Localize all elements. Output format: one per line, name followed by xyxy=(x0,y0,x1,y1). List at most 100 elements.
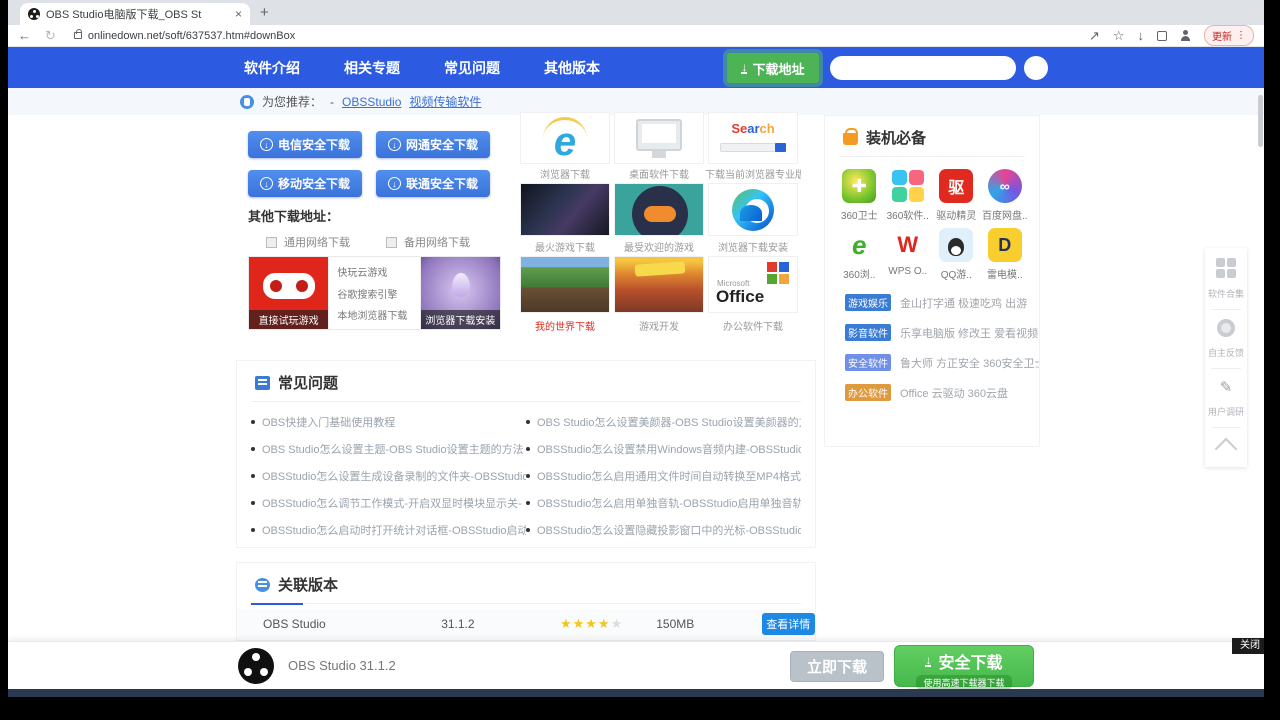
breadcrumb-link-obsstudio[interactable]: OBSStudio xyxy=(342,95,401,109)
app-wps[interactable]: WWPS O.. xyxy=(884,228,933,281)
ad-tile-popular-games[interactable] xyxy=(614,183,704,236)
mirror-link-backup[interactable]: 备用网络下载 xyxy=(386,234,470,250)
faq-link[interactable]: OBSStudio怎么启用单独音轨-OBSStudio启用单独音轨的 xyxy=(526,489,801,516)
nav-item-versions[interactable]: 其他版本 xyxy=(544,58,600,78)
ad-tile-runner-game[interactable] xyxy=(614,256,704,313)
category-badge[interactable]: 游戏娱乐 xyxy=(845,294,891,311)
ad-tile-minecraft[interactable] xyxy=(520,256,610,313)
ad-tile-ie-browser[interactable]: e xyxy=(520,112,610,164)
ad-tile-hot-games[interactable] xyxy=(520,183,610,236)
collection-icon[interactable] xyxy=(1216,258,1236,278)
promo-banner[interactable]: 直接试玩游戏 快玩云游戏 谷歌搜索引擎 本地浏览器下载 浏览器下载安装 xyxy=(248,256,501,330)
faq-link[interactable]: OBSStudio怎么调节工作模式-开启双显时模块显示关- xyxy=(251,489,526,516)
address-bar[interactable]: onlinedown.net/soft/637537.htm#downBox xyxy=(70,30,1075,42)
ad-caption[interactable]: 浏览器下载安装 xyxy=(705,239,801,254)
ad-caption[interactable]: 办公软件下载 xyxy=(705,318,801,333)
faq-link[interactable]: OBSStudio怎么设置禁用Windows音频内建-OBSStudio设 xyxy=(526,435,801,462)
promo-link-cloud-game[interactable]: 快玩云游戏 xyxy=(337,264,419,279)
browser-update-pill[interactable]: 更新 ⋮ xyxy=(1204,25,1254,46)
app-ld-player[interactable]: D雷电模.. xyxy=(981,228,1030,281)
app-baidu-pan[interactable]: ∞百度网盘.. xyxy=(981,169,1030,222)
promo-link-local-browser[interactable]: 本地浏览器下载 xyxy=(337,307,419,322)
app-driver-genius[interactable]: 驱驱动精灵 xyxy=(932,169,981,222)
ad-caption[interactable]: 浏览器下载 xyxy=(517,166,613,181)
app-360-browser[interactable]: e360浏.. xyxy=(835,228,884,281)
category-row-office: 办公软件 Office 云驱动 360云盘 xyxy=(825,384,1039,401)
version-name[interactable]: OBS Studio xyxy=(263,617,441,631)
gamepad-ad-art xyxy=(615,184,703,235)
faq-link[interactable]: OBSStudio怎么启用通用文件时间自动转换至MP4格式- xyxy=(526,462,801,489)
reload-icon[interactable]: ↻ xyxy=(45,29,56,42)
minecraft-art xyxy=(521,257,609,312)
back-to-top-icon[interactable] xyxy=(1215,438,1238,461)
breadcrumb-link-category[interactable]: 视频传输软件 xyxy=(409,93,481,110)
app-360-soft[interactable]: 360软件.. xyxy=(884,169,933,222)
promo-link-search-engine[interactable]: 谷歌搜索引擎 xyxy=(337,286,419,301)
ad-caption[interactable]: 下载当前浏览器专业版 xyxy=(705,166,801,181)
feedback-icon[interactable] xyxy=(1217,319,1235,337)
mobile-download-button[interactable]: ↓ 移动安全下载 xyxy=(248,170,362,197)
category-badge[interactable]: 办公软件 xyxy=(845,384,891,401)
view-details-button[interactable]: 查看详情 xyxy=(762,613,815,635)
rail-label[interactable]: 软件合集 xyxy=(1208,287,1244,300)
download-address-button[interactable]: ↓ 下载地址 xyxy=(727,53,819,83)
ie-browser-icon: e xyxy=(543,117,587,161)
close-tab-icon[interactable]: × xyxy=(235,7,242,21)
unicom-download-button[interactable]: ↓ 联通安全下载 xyxy=(376,170,490,197)
faq-link[interactable]: OBSStudio怎么设置隐藏投影窗口中的光标-OBSStudio设 xyxy=(526,516,801,543)
ad-caption[interactable]: 游戏开发 xyxy=(611,318,707,333)
category-badge[interactable]: 影音软件 xyxy=(845,324,891,341)
app-qq-game[interactable]: QQ游.. xyxy=(932,228,981,281)
rail-label[interactable]: 用户调研 xyxy=(1208,405,1244,418)
ad-caption[interactable]: 桌面软件下载 xyxy=(611,166,707,181)
category-links[interactable]: 金山打字通 极速吃鸡 出游 xyxy=(900,295,1027,311)
faq-link[interactable]: OBSStudio怎么启动时打开统计对话框-OBSStudio启动时 xyxy=(251,516,526,543)
nav-item-topics[interactable]: 相关专题 xyxy=(344,58,400,78)
promo-link-list: 快玩云游戏 谷歌搜索引擎 本地浏览器下载 xyxy=(328,257,420,329)
browser-install-ad-tile[interactable]: 浏览器下载安装 xyxy=(421,257,500,329)
scrollbar-thumb[interactable] xyxy=(1258,95,1263,147)
search-button[interactable] xyxy=(1024,56,1048,80)
faq-link[interactable]: OBS快捷入门基础使用教程 xyxy=(251,408,526,435)
pencil-icon[interactable]: ✎ xyxy=(1220,378,1233,396)
share-icon[interactable]: ↗ xyxy=(1089,29,1100,42)
category-links[interactable]: Office 云驱动 360云盘 xyxy=(900,385,1008,401)
search-input[interactable] xyxy=(830,56,1016,80)
nav-item-faq[interactable]: 常见问题 xyxy=(444,58,500,78)
mobile-download-label: 移动安全下载 xyxy=(278,175,350,192)
category-badge[interactable]: 安全软件 xyxy=(845,354,891,371)
ad-caption[interactable]: 最火游戏下载 xyxy=(517,239,613,254)
mirror-link-general[interactable]: 通用网络下载 xyxy=(266,234,350,250)
ad-caption[interactable]: 最受欢迎的游戏 xyxy=(611,239,707,254)
new-tab-button[interactable]: + xyxy=(260,4,269,21)
menu-dots-icon[interactable]: ⋮ xyxy=(1236,30,1246,41)
download-now-button[interactable]: 立即下载 xyxy=(790,651,884,682)
floating-toolbar: 软件合集 自主反馈 ✎ 用户调研 xyxy=(1205,248,1247,467)
ad-tile-desktop-software[interactable] xyxy=(614,112,704,164)
category-links[interactable]: 乐享电脑版 修改王 爱看视频 xyxy=(900,325,1038,341)
nav-item-intro[interactable]: 软件介绍 xyxy=(244,58,300,78)
faq-link[interactable]: OBSStudio怎么设置生成设备录制的文件夹-OBSStudio录 xyxy=(251,462,526,489)
ad-tile-office[interactable]: Microsoft Office xyxy=(708,256,798,313)
telecom-download-button[interactable]: ↓ 电信安全下载 xyxy=(248,131,362,158)
profile-icon[interactable] xyxy=(1180,30,1191,41)
play-game-ad-tile[interactable]: 直接试玩游戏 xyxy=(249,257,328,329)
downloads-icon[interactable]: ↓ xyxy=(1138,29,1145,42)
bookmark-star-icon[interactable]: ☆ xyxy=(1113,29,1125,42)
safe-download-button[interactable]: ↓ 安全下载 使用高速下载器下载 xyxy=(894,645,1034,687)
url-text[interactable]: onlinedown.net/soft/637537.htm#downBox xyxy=(88,30,295,42)
faq-link[interactable]: OBS Studio怎么设置美颜器-OBS Studio设置美颜器的方 xyxy=(526,408,801,435)
ad-caption[interactable]: 我的世界下载 xyxy=(517,318,613,333)
back-icon[interactable]: ← xyxy=(18,29,31,42)
ad-tile-search[interactable]: Search xyxy=(708,112,798,164)
safe-download-label: 安全下载 xyxy=(938,649,1002,673)
browser-tab[interactable]: OBS Studio电脑版下载_OBS St × xyxy=(20,3,250,25)
close-bar-button[interactable]: 关闭 xyxy=(1232,638,1264,654)
app-360-guard[interactable]: ✚360卫士 xyxy=(835,169,884,222)
category-links[interactable]: 鲁大师 方正安全 360安全卫士 xyxy=(900,355,1039,371)
ad-tile-edge-browser[interactable] xyxy=(708,183,798,236)
rail-label[interactable]: 自主反馈 xyxy=(1208,346,1244,359)
tab-search-icon[interactable] xyxy=(1157,31,1167,41)
netcom-download-button[interactable]: ↓ 网通安全下载 xyxy=(376,131,490,158)
faq-link[interactable]: OBS Studio怎么设置主题-OBS Studio设置主题的方法 xyxy=(251,435,526,462)
